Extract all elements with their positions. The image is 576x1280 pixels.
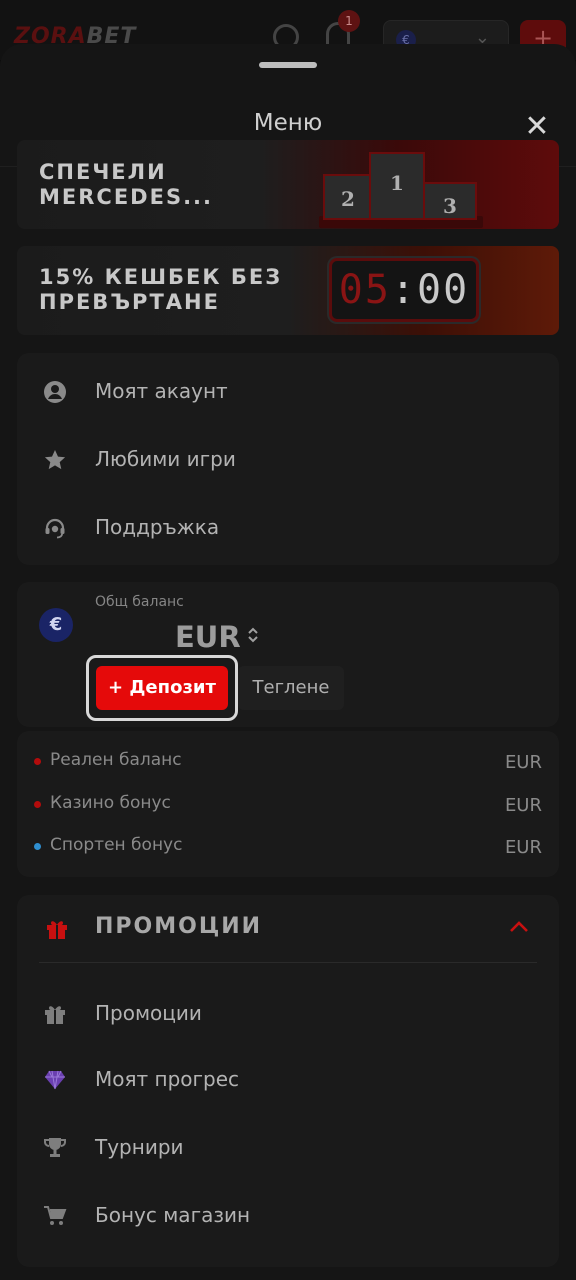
menu-item-label: Моят акаунт: [95, 379, 228, 403]
gift-icon: [45, 1006, 65, 1024]
notification-badge: 1: [338, 10, 360, 32]
deposit-button[interactable]: + Депозит: [96, 666, 228, 710]
podium-third: 3: [423, 182, 477, 220]
sort-arrows-icon[interactable]: [246, 625, 260, 646]
total-balance-label: Общ баланс: [95, 594, 184, 610]
cashback-promo-banner[interactable]: 15% КЕШБЕК БЕЗ ПРЕВЪРТАНЕ 05:00: [17, 246, 559, 335]
menu-item-label: Поддръжка: [95, 515, 220, 539]
headset-icon: [45, 518, 65, 539]
star-icon: [44, 450, 66, 470]
user-circle-icon: [44, 381, 66, 403]
promotions-title: ПРОМОЦИИ: [95, 914, 263, 939]
status-dot: [34, 843, 41, 850]
menu-item-label: Турнири: [95, 1135, 184, 1159]
menu-item-label: Промоции: [95, 1001, 202, 1025]
promotions-card: ПРОМОЦИИ Промоции Моят прогрес Турнири Б…: [17, 895, 559, 1267]
menu-item-my-account[interactable]: Моят акаунт: [17, 357, 559, 425]
total-balance-value: EUR: [175, 620, 241, 654]
podium-first: 1: [369, 152, 425, 220]
euro-icon: €: [39, 608, 73, 642]
mercedes-promo-banner[interactable]: СПЕЧЕЛИ MERCEDES... 2 1 3: [17, 140, 559, 229]
diamond-icon: [45, 1070, 65, 1090]
menu-item-label: Любими игри: [95, 447, 236, 471]
balance-row-real: Реален баланс EUR: [17, 744, 559, 786]
gift-icon: [47, 921, 67, 939]
close-icon[interactable]: ✕: [522, 112, 552, 142]
trophy-icon: [44, 1138, 66, 1157]
menu-item-bonus-shop[interactable]: Бонус магазин: [17, 1181, 559, 1249]
status-dot: [34, 758, 41, 765]
menu-item-promotions[interactable]: Промоции: [17, 979, 559, 1047]
withdraw-button[interactable]: Теглене: [238, 666, 344, 710]
status-dot: [34, 801, 41, 808]
promotions-section-toggle[interactable]: ПРОМОЦИИ: [17, 895, 559, 961]
clock-minutes: 05: [338, 267, 391, 313]
menu-item-tournaments[interactable]: Турнири: [17, 1113, 559, 1181]
menu-item-favorite-games[interactable]: Любими игри: [17, 425, 559, 493]
balance-row-casino-bonus: Казино бонус EUR: [17, 787, 559, 829]
podium-icon: 2 1 3: [319, 148, 493, 228]
clock-seconds: :00: [390, 267, 470, 313]
menu-title: Меню: [253, 110, 323, 136]
menu-item-label: Бонус магазин: [95, 1203, 251, 1227]
podium-second: 2: [323, 174, 373, 220]
chevron-up-icon: [510, 921, 528, 932]
account-menu-card: Моят акаунт Любими игри Поддръжка: [17, 353, 559, 565]
banner-text: СПЕЧЕЛИ MERCEDES...: [39, 160, 214, 209]
balance-breakdown-card: Реален баланс EUR Казино бонус EUR Спорт…: [17, 731, 559, 877]
menu-item-my-progress[interactable]: Моят прогрес: [17, 1045, 559, 1113]
cart-icon: [44, 1206, 67, 1225]
menu-item-support[interactable]: Поддръжка: [17, 493, 559, 561]
divider: [39, 962, 537, 963]
banner-text: 15% КЕШБЕК БЕЗ ПРЕВЪРТАНЕ: [39, 265, 283, 314]
balance-row-sport-bonus: Спортен бонус EUR: [17, 829, 559, 871]
clock-icon: 05:00: [329, 258, 479, 322]
drag-handle[interactable]: [259, 62, 317, 68]
menu-item-label: Моят прогрес: [95, 1067, 240, 1091]
